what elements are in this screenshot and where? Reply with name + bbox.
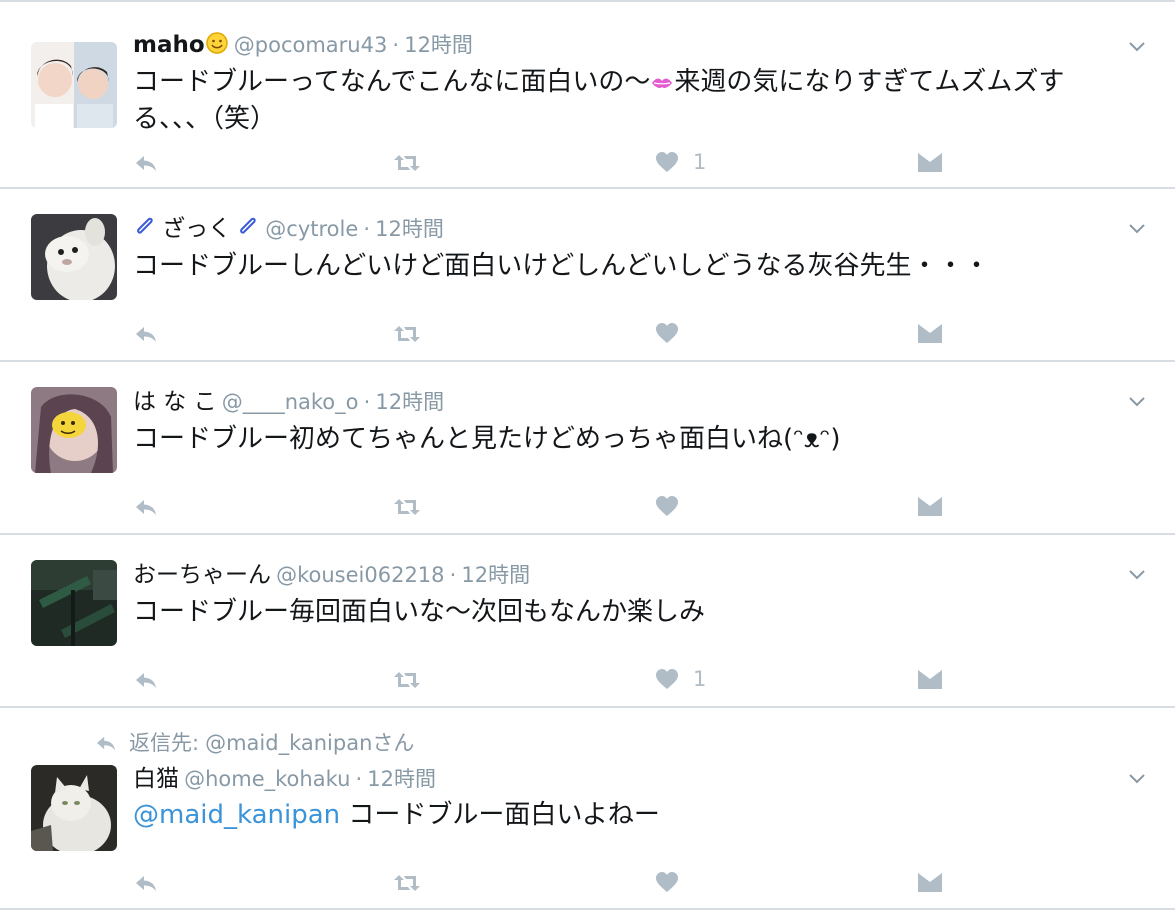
mention-link[interactable]: @maid_kanipan [133,800,340,830]
retweet-button[interactable] [393,870,421,896]
user-handle[interactable]: @____nako_o [222,390,359,414]
tweet[interactable]: おーちゃーん @kousei062218 · 12時間 コードブルー毎回面白いな… [0,535,1175,708]
timestamp[interactable]: 12時間 [367,767,436,791]
tweet-text-part: コードブルーってなんでこんなに面白いの〜 [133,67,651,97]
tweet-header: ざっく @cytrole · 12時間 [133,214,444,244]
like-button[interactable] [655,320,693,346]
avatar[interactable] [31,765,117,851]
direct-message-button[interactable] [917,150,943,176]
display-name[interactable]: maho [133,32,205,58]
like-button[interactable]: 1 [655,149,706,175]
heart-icon [655,151,679,173]
separator-dot: · [363,390,371,414]
reply-icon [134,670,158,690]
display-name[interactable]: は な こ [133,389,217,415]
user-handle[interactable]: @cytrole [265,217,358,241]
user-handle[interactable]: @pocomaru43 [234,33,388,57]
avatar[interactable] [31,214,117,300]
chevron-down-icon[interactable] [1127,218,1147,238]
paperclip-emoji-icon [236,215,260,249]
display-name[interactable]: 白猫 [133,766,179,792]
envelope-icon [917,153,943,173]
display-name[interactable]: ざっく [162,216,231,242]
reply-icon [134,497,158,517]
display-name[interactable]: おーちゃーん [133,562,271,588]
envelope-icon [917,670,943,690]
reply-icon [134,153,158,173]
user-handle[interactable]: @kousei062218 [276,563,444,587]
tweet-header: おーちゃーん @kousei062218 · 12時間 [133,560,530,590]
tweet-header: 白猫 @home_kohaku · 12時間 [133,764,436,794]
chevron-down-icon[interactable] [1127,564,1147,584]
separator-dot: · [392,33,400,57]
chevron-down-icon[interactable] [1127,36,1147,56]
chevron-down-icon[interactable] [1127,391,1147,411]
retweet-button[interactable] [393,667,421,693]
timestamp[interactable]: 12時間 [375,390,444,414]
heart-icon [655,495,679,517]
paperclip-emoji-icon [133,215,157,249]
tweet[interactable]: 返信先: @maid_kanipanさん 白猫 @home_kohaku · 1… [0,708,1175,910]
user-handle[interactable]: @home_kohaku [184,767,350,791]
like-button[interactable]: 1 [655,666,706,692]
reply-to-handle[interactable]: @maid_kanipanさん [205,729,414,757]
reply-context: 返信先: @maid_kanipanさん [95,729,414,757]
tweet-text-part: コードブルー面白いよねー [340,800,660,830]
tweet-timeline: maho @pocomaru43 · 12時間 コードブルーってなんでこんなに面… [0,0,1175,910]
reply-button[interactable] [134,494,158,520]
like-button[interactable] [655,493,693,519]
retweet-icon [393,324,421,344]
retweet-icon [393,497,421,517]
tweet[interactable]: ざっく @cytrole · 12時間 コードブルーしんどいけど面白いけどしんど… [0,189,1175,362]
direct-message-button[interactable] [917,870,943,896]
tweet-text: コードブルーってなんでこんなに面白いの〜 来週の気になりすぎてムズムズする、、、（… [133,64,1123,137]
kiss-lips-emoji-icon [650,65,674,101]
tweet[interactable]: は な こ @____nako_o · 12時間 コードブルー初めてちゃんと見た… [0,362,1175,535]
tweet-header: は な こ @____nako_o · 12時間 [133,387,444,417]
reply-button[interactable] [134,321,158,347]
like-button[interactable] [655,869,693,895]
reply-button[interactable] [134,150,158,176]
envelope-icon [917,324,943,344]
reply-icon [95,734,117,752]
chevron-down-icon[interactable] [1127,768,1147,788]
tweet[interactable]: maho @pocomaru43 · 12時間 コードブルーってなんでこんなに面… [0,0,1175,189]
avatar[interactable] [31,42,117,128]
avatar[interactable] [31,387,117,473]
smiley-emoji-icon [205,31,229,65]
reply-label: 返信先: [129,731,200,755]
direct-message-button[interactable] [917,667,943,693]
tweet-text: @maid_kanipan コードブルー面白いよねー [133,797,1123,833]
retweet-icon [393,873,421,893]
retweet-icon [393,670,421,690]
heart-icon [655,322,679,344]
reply-button[interactable] [134,667,158,693]
reply-icon [134,873,158,893]
timestamp[interactable]: 12時間 [404,33,473,57]
heart-icon [655,668,679,690]
envelope-icon [917,873,943,893]
reply-icon [134,324,158,344]
envelope-icon [917,497,943,517]
reply-button[interactable] [134,870,158,896]
tweet-text: コードブルーしんどいけど面白いけどしんどいしどうなる灰谷先生・・・ [133,251,990,281]
like-count: 1 [693,150,707,174]
tweet-header: maho @pocomaru43 · 12時間 [133,30,473,60]
retweet-icon [393,153,421,173]
timestamp[interactable]: 12時間 [461,563,530,587]
retweet-button[interactable] [393,150,421,176]
tweet-text: コードブルー毎回面白いな〜次回もなんか楽しみ [133,597,706,627]
separator-dot: · [355,767,363,791]
avatar[interactable] [31,560,117,646]
direct-message-button[interactable] [917,321,943,347]
direct-message-button[interactable] [917,494,943,520]
separator-dot: · [449,563,457,587]
retweet-button[interactable] [393,321,421,347]
like-count: 1 [693,667,707,691]
tweet-text: コードブルー初めてちゃんと見たけどめっちゃ面白いね(ᵔᴥᵔ) [133,424,841,454]
timestamp[interactable]: 12時間 [375,217,444,241]
retweet-button[interactable] [393,494,421,520]
heart-icon [655,871,679,893]
separator-dot: · [363,217,371,241]
